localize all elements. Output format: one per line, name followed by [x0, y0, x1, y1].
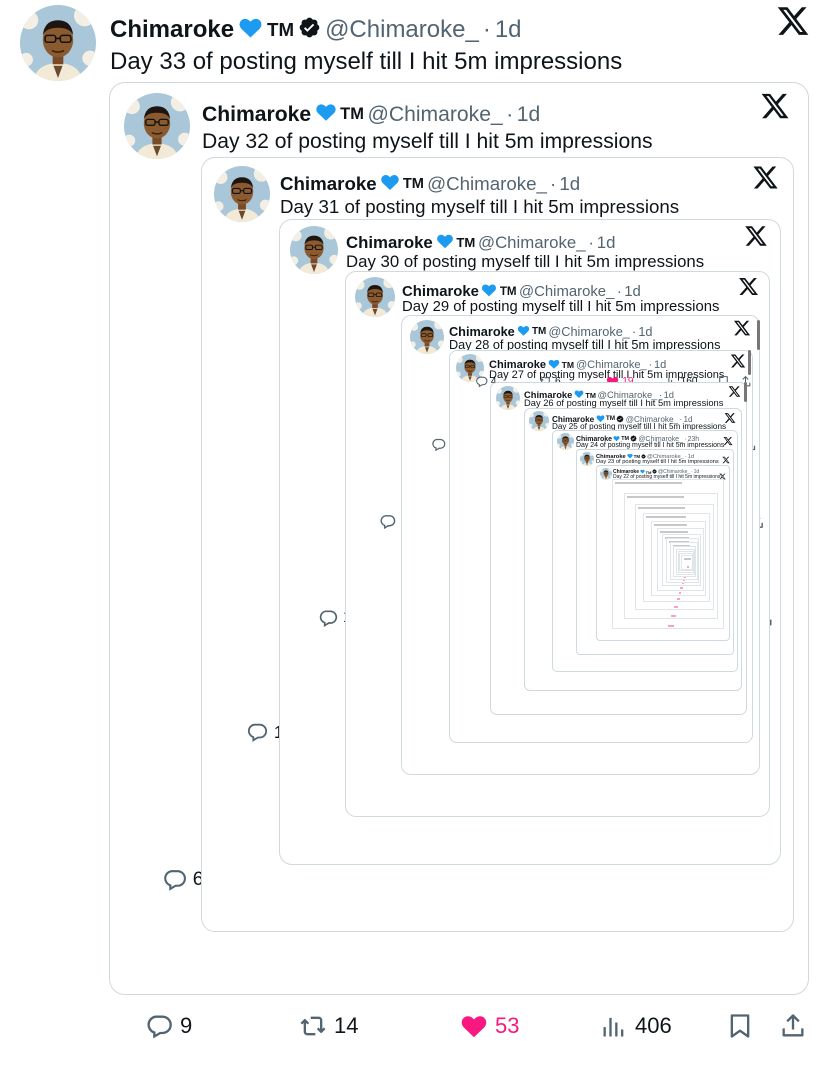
x-logo-icon: [724, 411, 736, 429]
trademark-label: TM: [267, 18, 295, 40]
x-logo-icon: [744, 224, 768, 253]
x-logo-icon: [733, 319, 751, 342]
tweet-text: Day 33 of posting myself till I hit 5m i…: [110, 48, 623, 75]
tweet-header: Chimaroke TM @Chimaroke_ · 1d: [110, 15, 522, 45]
separator-dot: ·: [482, 16, 491, 43]
tweet-header: Chimaroke TM @Chimaroke_ · 1d: [346, 232, 615, 254]
views-button[interactable]: 406: [600, 1012, 672, 1040]
tweet-text: Day 31 of posting myself till I hit 5m i…: [280, 196, 680, 217]
bookmark-button[interactable]: [726, 1012, 754, 1040]
separator-dot: ·: [588, 232, 594, 252]
timestamp[interactable]: 1d: [517, 103, 540, 125]
x-logo-icon: [760, 91, 790, 126]
comment-icon: [162, 867, 187, 892]
share-icon: [779, 1012, 807, 1040]
quoted-tweet-card[interactable]: Chimaroke TM @Chimaroke_ · 1d Day 22 of posti…: [596, 465, 730, 641]
author-handle[interactable]: @Chimaroke_: [427, 174, 547, 194]
scroll-indicator[interactable]: [748, 350, 751, 375]
avatar[interactable]: [580, 452, 594, 466]
separator-dot: ·: [550, 172, 557, 194]
timestamp[interactable]: 1d: [495, 18, 522, 42]
reply-button[interactable]: 9: [145, 1012, 192, 1040]
trademark-label: TM: [531, 325, 547, 337]
tweet-text: Day 30 of posting myself till I hit 5m i…: [346, 252, 705, 271]
like-count: 53: [495, 1013, 520, 1038]
bookmark-icon: [726, 1012, 754, 1040]
author-handle[interactable]: @Chimaroke_: [367, 103, 502, 125]
comment-icon: [246, 721, 268, 743]
x-logo-icon: [719, 467, 726, 485]
avatar[interactable]: [410, 320, 444, 354]
tweet-header: Chimaroke TM @Chimaroke_ · 1d: [202, 101, 540, 127]
blue-heart-icon: [380, 172, 400, 196]
repost-icon: [299, 1012, 327, 1040]
x-logo-icon: [730, 353, 746, 374]
analytics-icon: [600, 1012, 628, 1040]
separator-dot: ·: [506, 102, 514, 126]
scroll-indicator[interactable]: [757, 320, 760, 350]
author-name[interactable]: Chimaroke: [202, 103, 311, 125]
timestamp[interactable]: 1d: [624, 284, 641, 300]
trademark-label: TM: [340, 104, 364, 123]
author-handle[interactable]: @Chimaroke_: [478, 234, 586, 252]
author-name[interactable]: Chimaroke: [346, 234, 433, 252]
x-logo-icon: [738, 276, 759, 302]
comment-icon: [379, 513, 396, 530]
tweet-text: Day 29 of posting myself till I hit 5m i…: [402, 299, 720, 315]
trademark-label: TM: [402, 175, 424, 192]
author-name[interactable]: Chimaroke: [402, 284, 479, 300]
blue-heart-icon: [436, 232, 454, 254]
x-logo-icon: [728, 385, 741, 403]
timestamp[interactable]: 1d: [559, 174, 580, 194]
comment-icon: [318, 608, 338, 628]
like-button[interactable]: 53: [460, 1012, 519, 1040]
comment-icon: [145, 1012, 173, 1040]
avatar[interactable]: [529, 411, 549, 431]
verified-badge-icon: [298, 16, 321, 44]
avatar[interactable]: [600, 468, 612, 480]
comment-icon: [475, 375, 488, 388]
avatar[interactable]: [20, 5, 96, 81]
tweet-text: Day 32 of posting myself till I hit 5m i…: [202, 130, 653, 153]
scroll-indicator[interactable]: [744, 382, 747, 402]
share-button[interactable]: [779, 1012, 807, 1040]
avatar[interactable]: [355, 277, 395, 317]
views-count: 406: [635, 1013, 672, 1038]
blue-heart-icon: [315, 101, 337, 127]
tweet-text: Day 26 of posting myself till I hit 5m i…: [524, 398, 724, 408]
replies-count: 9: [180, 1013, 193, 1038]
trademark-label: TM: [499, 285, 517, 299]
reposts-count: 14: [334, 1013, 359, 1038]
heart-icon: [460, 1012, 488, 1040]
reply-button[interactable]: 6: [162, 867, 204, 892]
x-logo-icon: [752, 164, 779, 196]
author-name[interactable]: Chimaroke: [280, 174, 377, 194]
author-name[interactable]: Chimaroke: [110, 18, 234, 42]
avatar[interactable]: [124, 93, 190, 159]
avatar[interactable]: [557, 433, 574, 450]
avatar[interactable]: [214, 166, 270, 222]
separator-dot: ·: [616, 283, 622, 300]
tweet-header: Chimaroke TM @Chimaroke_ · 1d: [280, 172, 580, 196]
avatar[interactable]: [290, 226, 338, 274]
repost-button[interactable]: 14: [299, 1012, 358, 1040]
avatar[interactable]: [496, 386, 520, 410]
trademark-label: TM: [456, 235, 476, 251]
x-logo-icon: [776, 4, 810, 43]
comment-icon: [431, 437, 446, 452]
timestamp[interactable]: 1d: [597, 234, 616, 252]
author-handle[interactable]: @Chimaroke_: [325, 18, 479, 42]
blue-heart-icon: [238, 15, 263, 45]
author-handle[interactable]: @Chimaroke_: [519, 284, 614, 300]
tweet-text: Day 22 of posting myself till I hit 5m i…: [613, 474, 721, 480]
